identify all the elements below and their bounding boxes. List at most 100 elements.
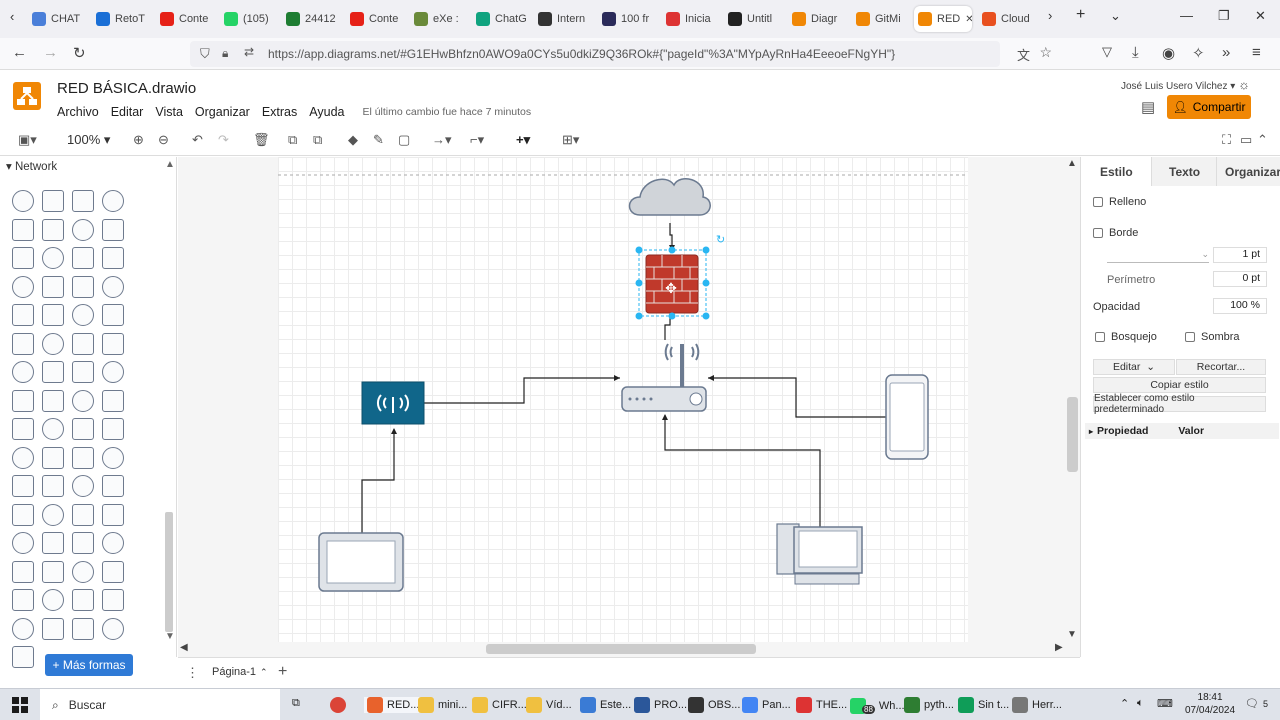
network-shape-item[interactable] bbox=[42, 475, 64, 497]
network-shape-item[interactable] bbox=[12, 247, 34, 269]
browser-tab[interactable]: ChatG bbox=[472, 6, 532, 32]
document-title[interactable]: RED BÁSICA.drawio bbox=[57, 80, 196, 97]
cloud-shape[interactable] bbox=[628, 178, 711, 216]
browser-tab[interactable]: eXe : bbox=[410, 6, 470, 32]
fullscreen-icon[interactable]: ⛶ bbox=[1222, 132, 1231, 148]
tray-chevron-icon[interactable]: ⌃ bbox=[1120, 697, 1129, 710]
maximize-icon[interactable]: ❐ bbox=[1218, 8, 1230, 24]
network-shape-item[interactable] bbox=[42, 275, 64, 298]
network-shape-item[interactable] bbox=[42, 247, 64, 269]
taskbar-app[interactable]: Este... bbox=[580, 697, 631, 713]
network-shape-item[interactable] bbox=[12, 617, 34, 640]
network-shape-item[interactable] bbox=[72, 532, 94, 554]
browser-tab[interactable]: CHAT bbox=[28, 6, 88, 32]
network-shape-item[interactable] bbox=[102, 532, 124, 554]
network-shape-item[interactable] bbox=[102, 361, 124, 383]
taskbar-app[interactable]: 88 Wh... bbox=[850, 697, 905, 714]
task-view-icon[interactable]: ⧉ bbox=[292, 697, 300, 710]
extensions-icon[interactable]: ✧ bbox=[1192, 44, 1205, 62]
network-shape-item[interactable] bbox=[12, 646, 34, 668]
scroll-left-icon[interactable]: ◀ bbox=[180, 642, 188, 653]
diagram-page[interactable]: ✥ ↻ bbox=[278, 157, 968, 642]
network-shape-item[interactable] bbox=[12, 589, 34, 611]
desktop-pc-shape[interactable] bbox=[776, 523, 863, 585]
browser-tab[interactable]: 100 fr bbox=[598, 6, 658, 32]
tab-list-icon[interactable]: ‹ bbox=[10, 9, 14, 24]
taskbar-app[interactable]: Sin t... bbox=[958, 697, 1009, 713]
network-shape-item[interactable] bbox=[72, 190, 94, 212]
menu-archivo[interactable]: Archivo bbox=[57, 105, 99, 119]
toggle-panel-icon[interactable]: ▭ bbox=[1240, 132, 1252, 148]
perimeter-input[interactable]: 0 pt bbox=[1213, 271, 1267, 287]
network-shape-item[interactable] bbox=[72, 332, 94, 355]
network-shape-item[interactable] bbox=[42, 332, 64, 355]
network-shape-item[interactable] bbox=[42, 617, 64, 640]
fill-color-icon[interactable]: ◆ bbox=[348, 132, 358, 148]
network-shape-item[interactable] bbox=[42, 503, 64, 526]
network-shape-item[interactable] bbox=[102, 418, 124, 440]
menu-extras[interactable]: Extras bbox=[262, 105, 297, 119]
diagram-canvas[interactable]: ✥ ↻ ◀ ▶ ▲ ▼ bbox=[178, 157, 1080, 657]
network-shape-item[interactable] bbox=[42, 389, 64, 412]
network-shape-item[interactable] bbox=[12, 361, 34, 383]
scroll-up-icon[interactable]: ▲ bbox=[165, 159, 175, 170]
zoom-out-icon[interactable]: ⊖ bbox=[158, 132, 169, 148]
user-name[interactable]: José Luis Usero Vilchez ▾ ☼ bbox=[1121, 77, 1250, 92]
network-shape-item[interactable] bbox=[42, 560, 64, 583]
share-button[interactable]: 👤︎ Compartir bbox=[1167, 95, 1251, 119]
border-style-select[interactable]: ⌄ bbox=[1107, 249, 1209, 263]
opacity-input[interactable]: 100 % bbox=[1213, 298, 1267, 314]
network-shape-item[interactable] bbox=[102, 190, 124, 212]
comments-icon[interactable]: ▤ bbox=[1141, 98, 1155, 116]
vertical-scrollbar[interactable] bbox=[1067, 397, 1078, 472]
redo-icon[interactable]: ↷ bbox=[218, 132, 229, 148]
bookmark-star-icon[interactable]: ☆ bbox=[1039, 44, 1052, 61]
vscroll-up-icon[interactable]: ▲ bbox=[1067, 158, 1077, 169]
minimize-icon[interactable]: — bbox=[1180, 8, 1193, 23]
url-bar[interactable]: ⛉ 🔒︎ ⇄ https://app.diagrams.net/#G1EHwBh… bbox=[190, 41, 1052, 67]
delete-icon[interactable]: 🗑︎ bbox=[253, 132, 270, 148]
undo-icon[interactable]: ↶ bbox=[192, 132, 203, 148]
network-shape-item[interactable] bbox=[102, 560, 124, 583]
menu-icon[interactable]: ≡ bbox=[1252, 44, 1261, 61]
scroll-tabs-icon[interactable]: › bbox=[1048, 8, 1052, 23]
network-shape-item[interactable] bbox=[42, 589, 64, 611]
taskbar-app[interactable]: Herr... bbox=[1012, 697, 1062, 713]
border-checkbox[interactable]: Borde bbox=[1093, 227, 1138, 239]
firewall-shape[interactable]: ✥ ↻ bbox=[635, 233, 726, 320]
network-shape-item[interactable] bbox=[102, 275, 124, 298]
set-default-style-button[interactable]: Establecer como estilo predeterminado bbox=[1093, 393, 1266, 415]
shapes-scrollbar[interactable] bbox=[165, 512, 173, 632]
network-shape-item[interactable] bbox=[72, 361, 94, 383]
more-tools-icon[interactable]: » bbox=[1222, 44, 1230, 61]
network-shape-item[interactable] bbox=[12, 275, 34, 298]
network-shape-item[interactable] bbox=[12, 475, 34, 497]
browser-tab[interactable]: Inicia bbox=[662, 6, 722, 32]
wireless-access-point-shape[interactable] bbox=[361, 381, 425, 425]
browser-tab[interactable]: Untitl bbox=[724, 6, 784, 32]
wireless-router-shape[interactable] bbox=[621, 343, 707, 412]
network-shape-item[interactable] bbox=[102, 304, 124, 326]
network-shape-item[interactable] bbox=[102, 589, 124, 611]
tablet-shape[interactable] bbox=[318, 532, 404, 592]
taskbar-app[interactable]: OBS... bbox=[688, 697, 740, 713]
network-shape-item[interactable] bbox=[12, 560, 34, 583]
taskbar-app[interactable]: RED... bbox=[364, 697, 423, 713]
network-shape-item[interactable] bbox=[12, 532, 34, 554]
collapse-icon[interactable]: ⌃ bbox=[1257, 132, 1268, 148]
taskbar-app[interactable]: pyth... bbox=[904, 697, 954, 713]
network-shape-item[interactable] bbox=[102, 389, 124, 412]
shadow-icon[interactable]: ▢ bbox=[398, 132, 410, 148]
browser-tab[interactable]: Conte bbox=[156, 6, 216, 32]
connection-lines[interactable] bbox=[361, 223, 886, 536]
network-shape-item[interactable] bbox=[12, 332, 34, 355]
taskbar-app[interactable]: THE... bbox=[796, 697, 847, 713]
pages-menu-icon[interactable]: ⋮ bbox=[186, 665, 199, 681]
more-shapes-button[interactable]: + Más formas bbox=[45, 654, 133, 676]
network-shape-item[interactable] bbox=[42, 446, 64, 469]
vscroll-down-icon[interactable]: ▼ bbox=[1067, 629, 1077, 640]
network-shape-item[interactable] bbox=[72, 389, 94, 412]
network-shape-item[interactable] bbox=[12, 218, 34, 241]
browser-tab[interactable]: Intern bbox=[534, 6, 594, 32]
new-tab-icon[interactable]: + bbox=[1076, 6, 1085, 24]
